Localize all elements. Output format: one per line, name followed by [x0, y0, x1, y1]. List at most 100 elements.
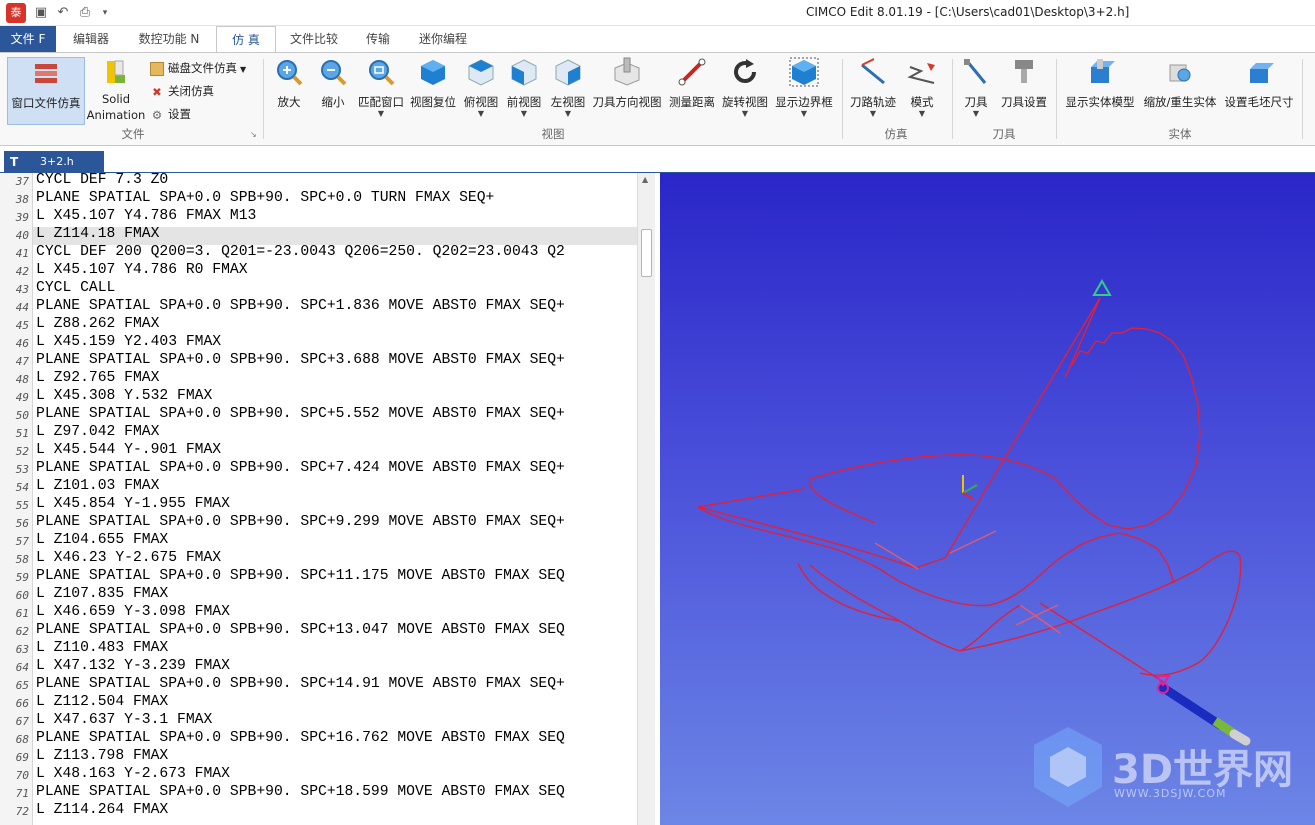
code-line[interactable]: PLANE SPATIAL SPA+0.0 SPB+90. SPC+18.599…	[36, 784, 565, 800]
watermark: 3D世界网 WWW.3DSJW.COM	[1030, 725, 1310, 815]
front-view-button[interactable]: 前视图 ▼	[503, 57, 545, 118]
tab-transfer[interactable]: 传输	[352, 26, 404, 52]
window-file-simulation-button[interactable]: 窗口文件仿真	[7, 57, 85, 125]
code-line[interactable]: L X48.163 Y-2.673 FMAX	[36, 766, 230, 782]
code-line[interactable]: L Z110.483 FMAX	[36, 640, 168, 656]
tab-mini-programming[interactable]: 迷你编程	[410, 26, 476, 52]
code-line[interactable]: L X46.23 Y-2.675 FMAX	[36, 550, 221, 566]
line-number: 71	[15, 787, 29, 800]
line-number: 48	[15, 373, 29, 386]
tool-button[interactable]: 刀具 ▼	[956, 57, 996, 118]
code-line[interactable]: PLANE SPATIAL SPA+0.0 SPB+90. SPC+3.688 …	[36, 352, 565, 368]
tool-direction-view-button[interactable]: 刀具方向视图	[591, 57, 663, 110]
code-line[interactable]: L Z114.18 FMAX	[36, 226, 159, 242]
code-line[interactable]: PLANE SPATIAL SPA+0.0 SPB+90. SPC+1.836 …	[36, 298, 565, 314]
code-line[interactable]: L X45.107 Y4.786 R0 FMAX	[36, 262, 248, 278]
zoom-in-button[interactable]: 放大	[268, 57, 310, 110]
line-number: 49	[15, 391, 29, 404]
tab-nc-functions[interactable]: 数控功能 N	[128, 26, 210, 52]
code-line[interactable]: PLANE SPATIAL SPA+0.0 SPB+90. SPC+11.175…	[36, 568, 565, 584]
toolpath-button[interactable]: 刀路轨迹 ▼	[847, 57, 899, 118]
code-line[interactable]: PLANE SPATIAL SPA+0.0 SPB+90. SPC+0.0 TU…	[36, 190, 494, 206]
line-number: 52	[15, 445, 29, 458]
set-stock-size-button[interactable]: 设置毛坯尺寸	[1222, 57, 1296, 110]
line-number: 61	[15, 607, 29, 620]
undo-icon[interactable]: ↶	[54, 4, 72, 22]
code-line[interactable]: CYCL CALL	[36, 280, 115, 296]
code-line[interactable]: L X45.107 Y4.786 FMAX M13	[36, 208, 256, 224]
tool-settings-button[interactable]: 刀具设置	[998, 57, 1050, 110]
document-tab[interactable]: T 3+2.h	[4, 151, 104, 173]
fit-window-icon	[369, 60, 395, 86]
group-separator	[263, 59, 264, 139]
top-view-button[interactable]: 俯视图 ▼	[461, 57, 501, 118]
app-logo[interactable]: 泰	[6, 3, 26, 23]
save-icon[interactable]: ▣	[32, 4, 50, 22]
code-line[interactable]: L Z92.765 FMAX	[36, 370, 159, 386]
tab-file[interactable]: 文件 F	[0, 26, 56, 52]
solid-animation-icon	[107, 60, 125, 83]
solid-animation-button[interactable]: Solid Animation	[86, 57, 146, 122]
code-line[interactable]: L X46.659 Y-3.098 FMAX	[36, 604, 230, 620]
code-line[interactable]: L Z107.835 FMAX	[36, 586, 168, 602]
ribbon: 窗口文件仿真 Solid Animation 磁盘文件仿真 ▼ ✖ 关闭仿真 ⚙ 设置…	[0, 52, 1315, 146]
print-icon[interactable]: ⎙	[76, 4, 94, 22]
show-bounding-box-button[interactable]: 显示边界框 ▼	[773, 57, 835, 118]
fit-window-button[interactable]: 匹配窗口 ▼	[356, 57, 406, 118]
dialog-launcher-icon[interactable]: ↘	[250, 130, 257, 139]
line-number: 37	[15, 175, 29, 188]
code-line[interactable]: L X45.544 Y-.901 FMAX	[36, 442, 221, 458]
show-solid-model-button[interactable]: 显示实体模型	[1062, 57, 1138, 110]
toolpath-loop	[959, 550, 1242, 677]
customize-toolbar-icon[interactable]: ▾	[96, 4, 114, 22]
disk-file-simulation-button[interactable]: 磁盘文件仿真 ▼	[150, 60, 246, 80]
line-number: 55	[15, 499, 29, 512]
code-line[interactable]: PLANE SPATIAL SPA+0.0 SPB+90. SPC+13.047…	[36, 622, 565, 638]
code-line[interactable]: CYCL DEF 7.3 Z0	[36, 173, 168, 188]
code-line[interactable]: L Z101.03 FMAX	[36, 478, 159, 494]
rotate-view-button[interactable]: 旋转视图 ▼	[720, 57, 770, 118]
view-reset-button[interactable]: 视图复位	[408, 57, 458, 110]
code-line[interactable]: PLANE SPATIAL SPA+0.0 SPB+90. SPC+9.299 …	[36, 514, 565, 530]
close-simulation-button[interactable]: ✖ 关闭仿真	[150, 83, 214, 103]
settings-button[interactable]: ⚙ 设置	[150, 106, 191, 126]
start-marker-icon	[1092, 278, 1112, 296]
code-line[interactable]: L Z113.798 FMAX	[36, 748, 168, 764]
scroll-up-icon[interactable]: ▲	[642, 175, 648, 184]
tab-editor[interactable]: 编辑器	[62, 26, 120, 52]
ruler-icon	[678, 58, 706, 86]
code-line[interactable]: L X45.159 Y2.403 FMAX	[36, 334, 221, 350]
vertical-scrollbar[interactable]: ▲	[637, 173, 655, 825]
zoom-regenerate-solid-button[interactable]: 缩放/重生实体	[1140, 57, 1220, 110]
code-line[interactable]: L X45.308 Y.532 FMAX	[36, 388, 212, 404]
code-line[interactable]: PLANE SPATIAL SPA+0.0 SPB+90. SPC+14.91 …	[36, 676, 565, 692]
code-line[interactable]: PLANE SPATIAL SPA+0.0 SPB+90. SPC+7.424 …	[36, 460, 565, 476]
code-line[interactable]: PLANE SPATIAL SPA+0.0 SPB+90. SPC+16.762…	[36, 730, 565, 746]
code-line[interactable]: L X47.637 Y-3.1 FMAX	[36, 712, 212, 728]
code-line[interactable]: PLANE SPATIAL SPA+0.0 SPB+90. SPC+5.552 …	[36, 406, 565, 422]
chevron-down-icon: ▼	[918, 109, 926, 118]
mode-button[interactable]: 模式 ▼	[902, 57, 942, 118]
tab-file-compare[interactable]: 文件比较	[282, 26, 346, 52]
line-number: 54	[15, 481, 29, 494]
code-line[interactable]: L Z97.042 FMAX	[36, 424, 159, 440]
line-number: 39	[15, 211, 29, 224]
chevron-down-icon: ▼	[477, 109, 485, 118]
scrollbar-thumb[interactable]	[641, 229, 652, 277]
code-line[interactable]: L Z114.264 FMAX	[36, 802, 168, 818]
code-line[interactable]: CYCL DEF 200 Q200=3. Q201=-23.0043 Q206=…	[36, 244, 565, 260]
simulation-viewport[interactable]: 3D世界网 WWW.3DSJW.COM	[660, 173, 1315, 825]
code-editor[interactable]: 37 38 39 40 41 42 43 44 45 46 47 48 49 50 51 52 53 54 55 56…	[0, 173, 660, 825]
zoom-out-button[interactable]: 缩小	[312, 57, 354, 110]
toolpath-lobe	[697, 506, 916, 570]
code-line[interactable]: L Z104.655 FMAX	[36, 532, 168, 548]
left-view-button[interactable]: 左视图 ▼	[547, 57, 589, 118]
code-line[interactable]: L X45.854 Y-1.955 FMAX	[36, 496, 230, 512]
measure-distance-button[interactable]: 测量距离	[666, 57, 718, 110]
code-line[interactable]: L Z112.504 FMAX	[36, 694, 168, 710]
code-line[interactable]: L Z88.262 FMAX	[36, 316, 159, 332]
watermark-cube-icon	[1034, 727, 1102, 807]
document-tabs: T 3+2.h	[0, 147, 1315, 173]
code-line[interactable]: L X47.132 Y-3.239 FMAX	[36, 658, 230, 674]
tab-simulation[interactable]: 仿 真	[216, 26, 276, 53]
